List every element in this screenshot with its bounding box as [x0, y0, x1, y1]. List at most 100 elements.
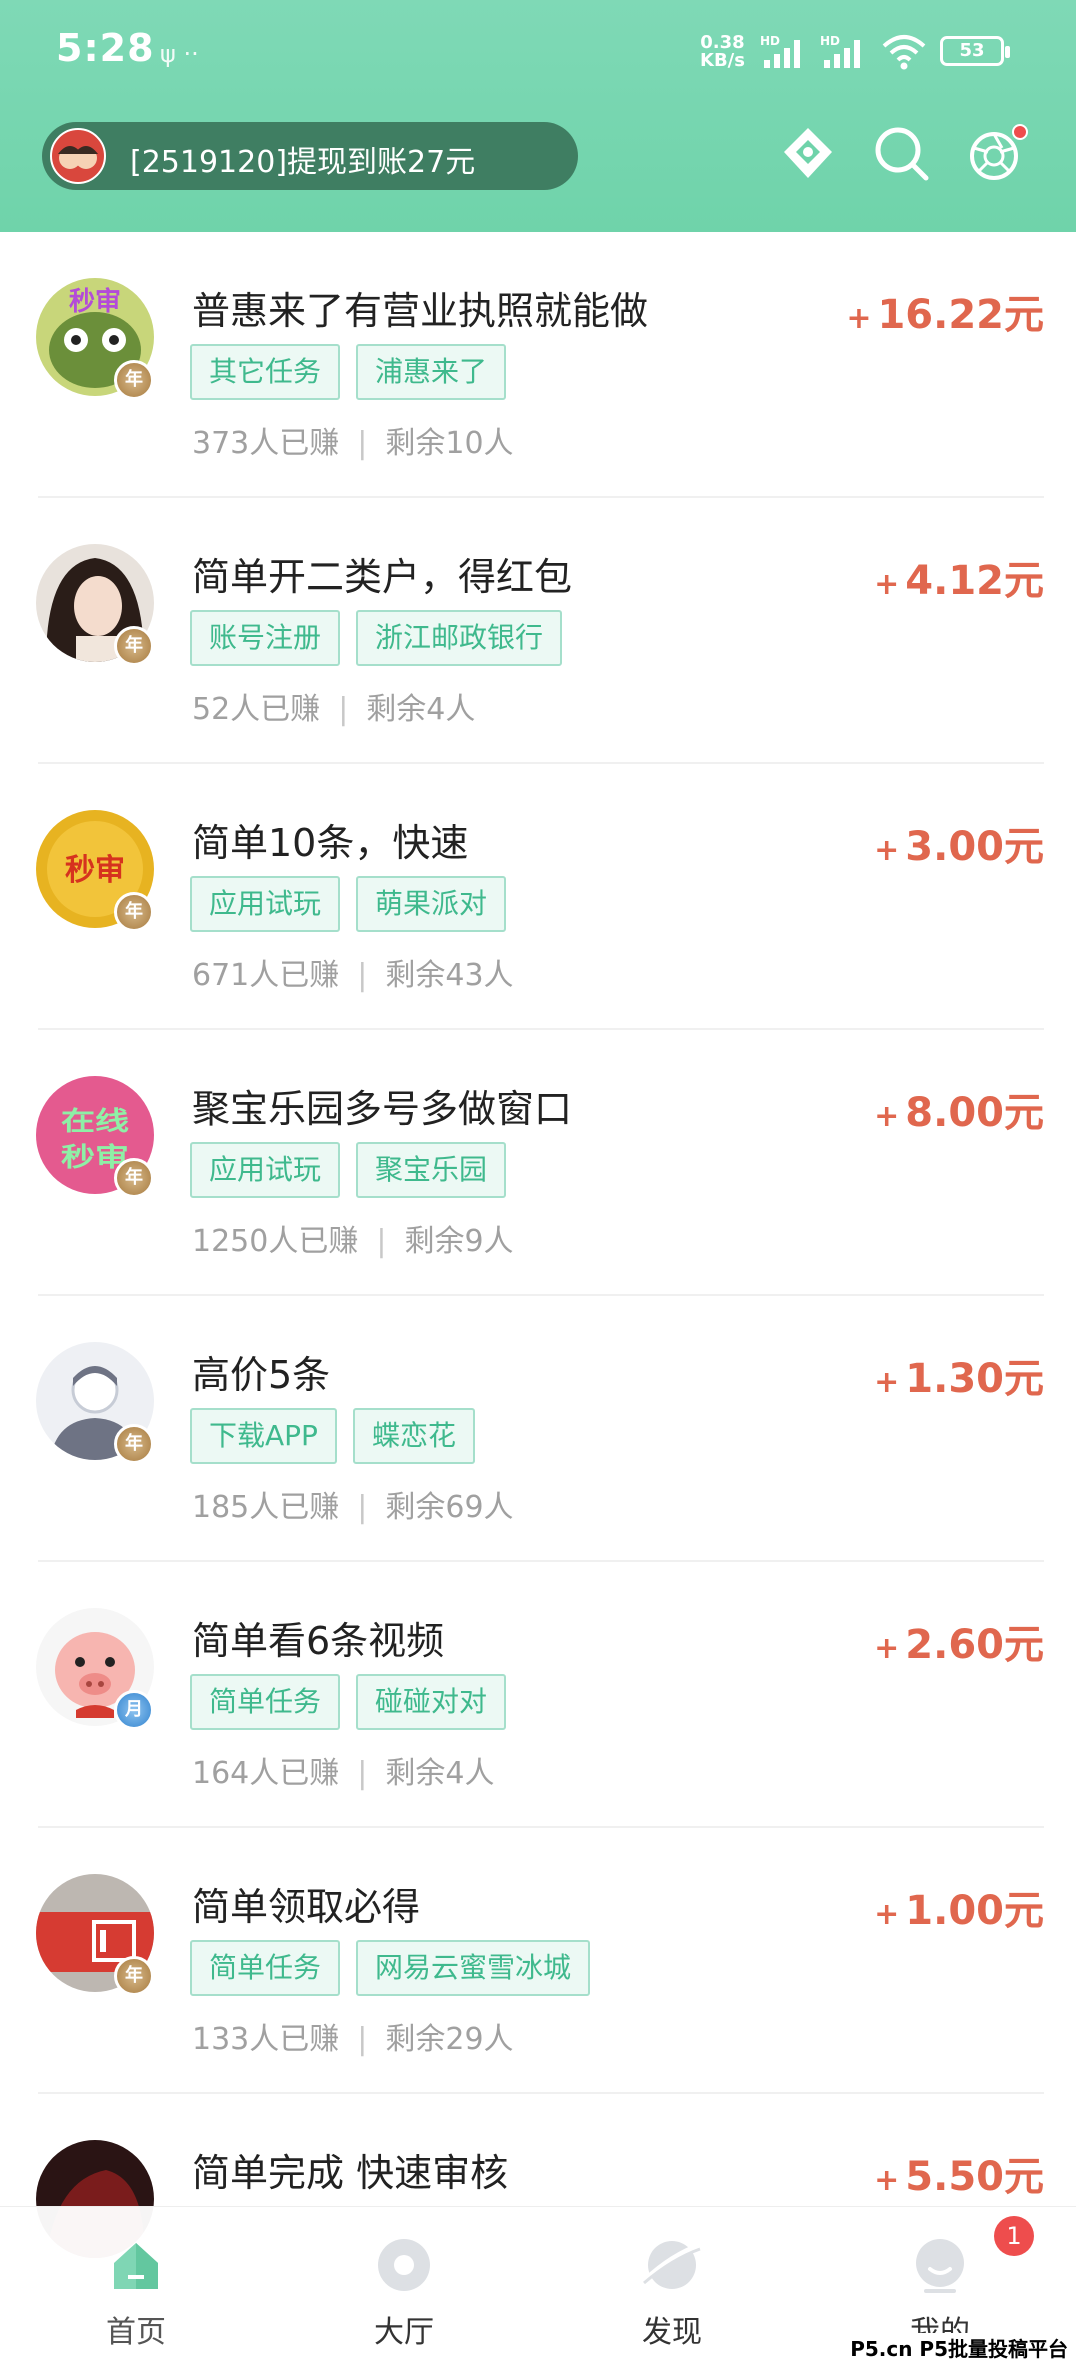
- task-title: 普惠来了有营业执照就能做: [192, 289, 649, 333]
- task-title: 简单10条，快速: [192, 821, 469, 865]
- signal-icon: HD: [760, 34, 800, 68]
- task-stats: 1250人已赚 | 剩余9人: [192, 1224, 514, 1259]
- task-category-tag: 账号注册: [190, 610, 341, 666]
- task-stats: 373人已赚 | 剩余10人: [192, 426, 514, 461]
- earned-count: 164人已赚: [192, 1756, 340, 1791]
- task-category-tag: 其它任务: [190, 344, 341, 400]
- task-title: 简单看6条视频: [192, 1619, 445, 1663]
- reward-plus: +: [846, 301, 872, 336]
- task-reward: +1.30元: [874, 1346, 1044, 1404]
- task-tags: 下载APP 蝶恋花: [190, 1408, 491, 1464]
- nav-discover[interactable]: 发现: [592, 2207, 752, 2365]
- reward-amount: 1.30元: [905, 1356, 1044, 1402]
- notice-avatar: [50, 128, 106, 184]
- signal-icon-2: HD: [820, 34, 860, 68]
- task-tags: 应用试玩 聚宝乐园: [190, 1142, 522, 1198]
- task-title: 聚宝乐园多号多做窗口: [192, 1087, 573, 1131]
- remaining-count: 剩余10人: [385, 426, 514, 461]
- reward-amount: 2.60元: [905, 1622, 1044, 1668]
- membership-badge: 年: [114, 1424, 154, 1464]
- reward-amount: 5.50元: [905, 2154, 1044, 2200]
- search-icon[interactable]: [870, 122, 934, 186]
- task-item[interactable]: 秒审 年 普惠来了有营业执照就能做 +16.22元 其它任务 浦惠来了 373人已…: [0, 232, 1076, 498]
- profile-notification-badge: 1: [994, 2216, 1034, 2256]
- earned-count: 373人已赚: [192, 426, 340, 461]
- discover-icon: [643, 2241, 701, 2289]
- wifi-icon: [882, 35, 926, 70]
- membership-badge: 年: [114, 626, 154, 666]
- task-reward: +8.00元: [874, 1080, 1044, 1138]
- task-tags: 账号注册 浙江邮政银行: [190, 610, 578, 666]
- task-list: 秒审 年 普惠来了有营业执照就能做 +16.22元 其它任务 浦惠来了 373人已…: [0, 232, 1076, 2360]
- nav-discover-label: 发现: [642, 2315, 702, 2350]
- nav-home[interactable]: 首页: [56, 2207, 216, 2365]
- remaining-count: 剩余29人: [385, 2022, 514, 2057]
- task-stats: 133人已赚 | 剩余29人: [192, 2022, 514, 2057]
- earned-count: 52人已赚: [192, 692, 321, 727]
- camera-shutter-icon[interactable]: [964, 122, 1028, 186]
- remaining-count: 剩余4人: [385, 1756, 495, 1791]
- task-item[interactable]: 年 高价5条 +1.30元 下载APP 蝶恋花 185人已赚 | 剩余69人: [0, 1296, 1076, 1562]
- membership-badge: 年: [114, 1956, 154, 1996]
- task-title: 简单完成 快速审核: [192, 2151, 509, 2195]
- task-title: 简单开二类户，得红包: [192, 555, 573, 599]
- status-notification-icons: ψ ··: [160, 40, 199, 68]
- avatar-text: 秒审: [69, 286, 121, 317]
- signal-label-2: HD: [820, 34, 840, 48]
- reward-plus: +: [874, 1099, 900, 1134]
- task-reward: +4.12元: [874, 548, 1044, 606]
- reward-plus: +: [874, 567, 900, 602]
- reward-amount: 8.00元: [905, 1090, 1044, 1136]
- task-stats: 164人已赚 | 剩余4人: [192, 1756, 495, 1791]
- reward-amount: 4.12元: [905, 558, 1044, 604]
- remaining-count: 剩余9人: [404, 1224, 514, 1259]
- task-source-tag: 浦惠来了: [356, 344, 507, 400]
- app-header: 5:28 ψ ·· 0.38 KB/s HD HD 53 [2519120]提现…: [0, 0, 1076, 232]
- membership-badge: 月: [114, 1690, 154, 1730]
- task-category-tag: 应用试玩: [190, 876, 341, 932]
- task-reward: +16.22元: [846, 282, 1044, 340]
- reward-plus: +: [874, 2163, 900, 2198]
- task-source-tag: 浙江邮政银行: [356, 610, 563, 666]
- task-item[interactable]: 年 简单领取必得 +1.00元 简单任务 网易云蜜雪冰城 133人已赚 | 剩余29人: [0, 1828, 1076, 2094]
- task-title: 高价5条: [192, 1353, 331, 1397]
- profile-icon: [916, 2239, 964, 2293]
- membership-badge: 年: [114, 1158, 154, 1198]
- hall-logo-icon[interactable]: [776, 122, 840, 186]
- hall-icon: [378, 2239, 430, 2291]
- reward-plus: +: [874, 1897, 900, 1932]
- net-speed-unit: KB/s: [700, 50, 745, 71]
- battery-indicator: 53: [940, 36, 1010, 66]
- reward-amount: 16.22元: [877, 292, 1044, 338]
- reward-amount: 3.00元: [905, 824, 1044, 870]
- task-source-tag: 萌果派对: [356, 876, 507, 932]
- remaining-count: 剩余69人: [385, 1490, 514, 1525]
- task-source-tag: 蝶恋花: [352, 1408, 475, 1464]
- task-tags: 应用试玩 萌果派对: [190, 876, 522, 932]
- task-stats: 671人已赚 | 剩余43人: [192, 958, 514, 993]
- task-tags: 其它任务 浦惠来了: [190, 344, 522, 400]
- withdraw-notice[interactable]: [2519120]提现到账27元: [42, 122, 578, 190]
- earned-count: 133人已赚: [192, 2022, 340, 2057]
- task-stats: 185人已赚 | 剩余69人: [192, 1490, 514, 1525]
- task-tags: 简单任务 碰碰对对: [190, 1674, 522, 1730]
- nav-hall[interactable]: 大厅: [324, 2207, 484, 2365]
- task-category-tag: 下载APP: [190, 1408, 337, 1464]
- reward-amount: 1.00元: [905, 1888, 1044, 1934]
- remaining-count: 剩余43人: [385, 958, 514, 993]
- task-item[interactable]: 月 简单看6条视频 +2.60元 简单任务 碰碰对对 164人已赚 | 剩余4人: [0, 1562, 1076, 1828]
- task-title: 简单领取必得: [192, 1885, 421, 1929]
- reward-plus: +: [874, 833, 900, 868]
- home-icon: [114, 2243, 158, 2289]
- remaining-count: 剩余4人: [366, 692, 476, 727]
- task-item[interactable]: 年 简单开二类户，得红包 +4.12元 账号注册 浙江邮政银行 52人已赚 | 剩余4…: [0, 498, 1076, 764]
- task-item[interactable]: 秒审 年 简单10条，快速 +3.00元 应用试玩 萌果派对 671人已赚 | 剩余4…: [0, 764, 1076, 1030]
- earned-count: 185人已赚: [192, 1490, 340, 1525]
- task-stats: 52人已赚 | 剩余4人: [192, 692, 476, 727]
- nav-home-label: 首页: [106, 2315, 166, 2350]
- reward-plus: +: [874, 1365, 900, 1400]
- membership-badge: 年: [114, 892, 154, 932]
- task-source-tag: 碰碰对对: [356, 1674, 507, 1730]
- status-time: 5:28: [56, 26, 155, 70]
- task-item[interactable]: 在线 秒审 年 聚宝乐园多号多做窗口 +8.00元 应用试玩 聚宝乐园 1250人…: [0, 1030, 1076, 1296]
